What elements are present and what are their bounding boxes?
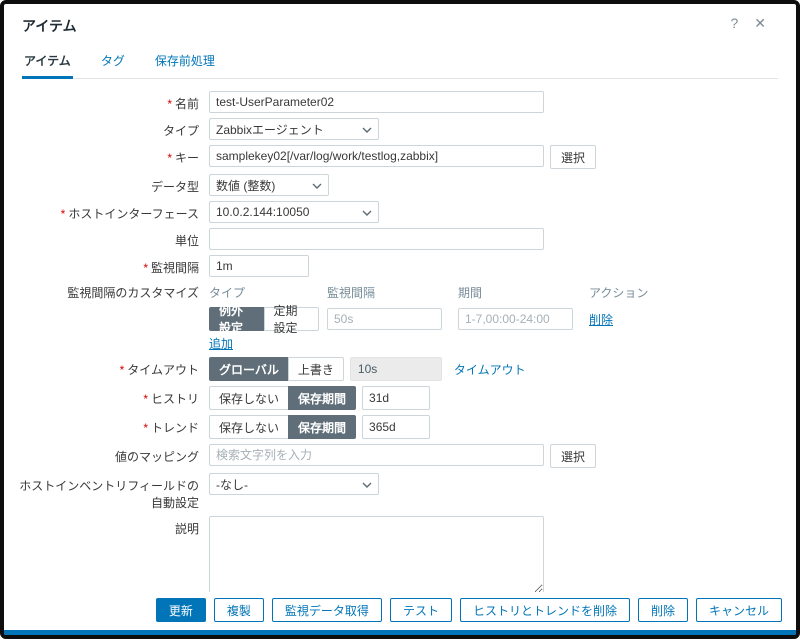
test-button[interactable]: テスト [390, 598, 452, 622]
row-timeout: *タイムアウト グローバル 上書き 10s タイムアウト [14, 357, 786, 381]
row-type: タイプ Zabbixエージェント [14, 118, 786, 140]
chevron-down-icon [362, 482, 372, 488]
cint-type-flexible[interactable]: 例外設定 [209, 307, 265, 331]
row-key: *キー 選択 [14, 145, 786, 169]
units-label: 単位 [14, 228, 209, 249]
required-mark: * [143, 421, 148, 435]
key-label: キー [175, 151, 199, 165]
type-label: タイプ [14, 118, 209, 139]
trends-no-storage[interactable]: 保存しない [209, 415, 289, 439]
inventory-link-select[interactable]: -なし- [209, 473, 379, 495]
row-history: *ヒストリ 保存しない 保存期間 [14, 386, 786, 410]
clone-button[interactable]: 複製 [214, 598, 264, 622]
row-description: 説明 [14, 516, 786, 592]
value-mapping-label: 値のマッピング [14, 444, 209, 465]
history-toggle: 保存しない 保存期間 [209, 386, 356, 410]
tab-bar: アイテム タグ 保存前処理 [22, 46, 778, 79]
timeout-label: タイムアウト [127, 363, 199, 377]
cint-header-period: 期間 [458, 282, 581, 303]
description-label: 説明 [14, 516, 209, 537]
trends-storage-period[interactable]: 保存期間 [288, 415, 356, 439]
host-interface-select-value: 10.0.2.144:10050 [216, 205, 309, 219]
custom-intervals-table: タイプ 監視間隔 期間 アクション 例外設定 定期設定 削除 追加 [209, 282, 648, 352]
timeout-global[interactable]: グローバル [209, 357, 289, 381]
dialog-title: アイテム [22, 16, 730, 36]
trends-toggle: 保存しない 保存期間 [209, 415, 356, 439]
timeout-link[interactable]: タイムアウト [454, 357, 526, 378]
units-input[interactable] [209, 228, 544, 250]
row-trends: *トレンド 保存しない 保存期間 [14, 415, 786, 439]
item-dialog: アイテム ? ✕ アイテム タグ 保存前処理 *名前 タイプ Zabbixエージ… [0, 0, 800, 639]
timeout-toggle: グローバル 上書き [209, 357, 344, 381]
clear-history-trends-button[interactable]: ヒストリとトレンドを削除 [460, 598, 630, 622]
update-interval-label: 監視間隔 [151, 261, 199, 275]
cint-type-toggle: 例外設定 定期設定 [209, 307, 319, 331]
execute-now-button[interactable]: 監視データ取得 [272, 598, 382, 622]
host-interface-select[interactable]: 10.0.2.144:10050 [209, 201, 379, 223]
chevron-down-icon [312, 183, 322, 189]
inventory-link-select-value: -なし- [216, 476, 248, 493]
row-update-interval: *監視間隔 [14, 255, 786, 277]
cancel-button[interactable]: キャンセル [696, 598, 782, 622]
row-inventory-link: ホストインベントリフィールドの自動設定 -なし- [14, 473, 786, 511]
cint-header-type: タイプ [209, 282, 319, 303]
cint-interval-input[interactable] [327, 308, 442, 330]
row-value-mapping: 値のマッピング 選択 [14, 444, 786, 468]
dialog-footer: 更新 複製 監視データ取得 テスト ヒストリとトレンドを削除 削除 キャンセル [4, 592, 796, 630]
dialog-header: アイテム ? ✕ [4, 4, 796, 36]
tab-item[interactable]: アイテム [22, 46, 73, 79]
required-mark: * [143, 261, 148, 275]
cint-header-interval: 監視間隔 [327, 282, 450, 303]
type-select-value: Zabbixエージェント [216, 121, 324, 138]
cint-remove-link[interactable]: 削除 [589, 311, 648, 328]
timeout-value-disabled: 10s [350, 357, 442, 381]
cint-add-link[interactable]: 追加 [209, 335, 319, 352]
inventory-link-label: ホストインベントリフィールドの自動設定 [14, 473, 209, 511]
row-units: 単位 [14, 228, 786, 250]
bottom-accent-bar [4, 630, 796, 635]
item-form: *名前 タイプ Zabbixエージェント *キー 選択 [4, 79, 796, 592]
row-host-interface: *ホストインターフェース 10.0.2.144:10050 [14, 201, 786, 223]
tab-tags[interactable]: タグ [99, 46, 127, 78]
required-mark: * [167, 151, 172, 165]
data-type-select[interactable]: 数値 (整数) [209, 174, 329, 196]
custom-intervals-label: 監視間隔のカスタマイズ [14, 282, 209, 301]
key-input[interactable] [209, 145, 544, 167]
chevron-down-icon [362, 127, 372, 133]
row-custom-intervals: 監視間隔のカスタマイズ タイプ 監視間隔 期間 アクション 例外設定 定期設定 … [14, 282, 786, 352]
help-icon[interactable]: ? [730, 16, 738, 30]
history-label: ヒストリ [151, 392, 199, 406]
row-name: *名前 [14, 91, 786, 113]
history-no-storage[interactable]: 保存しない [209, 386, 289, 410]
host-interface-label: ホストインターフェース [68, 207, 199, 221]
cint-period-input[interactable] [458, 308, 573, 330]
delete-button[interactable]: 削除 [638, 598, 688, 622]
name-input[interactable] [209, 91, 544, 113]
data-type-label: データ型 [14, 174, 209, 195]
cint-header-action: アクション [589, 282, 648, 303]
name-label: 名前 [175, 97, 199, 111]
timeout-override[interactable]: 上書き [288, 357, 344, 381]
key-select-button[interactable]: 選択 [550, 145, 596, 169]
history-input[interactable] [362, 386, 430, 410]
value-mapping-input[interactable] [209, 444, 544, 466]
row-data-type: データ型 数値 (整数) [14, 174, 786, 196]
update-interval-input[interactable] [209, 255, 309, 277]
trends-input[interactable] [362, 415, 430, 439]
trends-label: トレンド [151, 421, 199, 435]
type-select[interactable]: Zabbixエージェント [209, 118, 379, 140]
close-icon[interactable]: ✕ [754, 16, 766, 30]
required-mark: * [143, 392, 148, 406]
chevron-down-icon [362, 210, 372, 216]
tab-preprocessing[interactable]: 保存前処理 [153, 46, 217, 78]
required-mark: * [167, 97, 172, 111]
data-type-select-value: 数値 (整数) [216, 177, 275, 194]
update-button[interactable]: 更新 [156, 598, 206, 622]
required-mark: * [120, 363, 125, 377]
history-storage-period[interactable]: 保存期間 [288, 386, 356, 410]
description-textarea[interactable] [209, 516, 544, 592]
cint-type-scheduling[interactable]: 定期設定 [264, 307, 320, 331]
value-mapping-select-button[interactable]: 選択 [550, 444, 596, 468]
required-mark: * [61, 207, 66, 221]
